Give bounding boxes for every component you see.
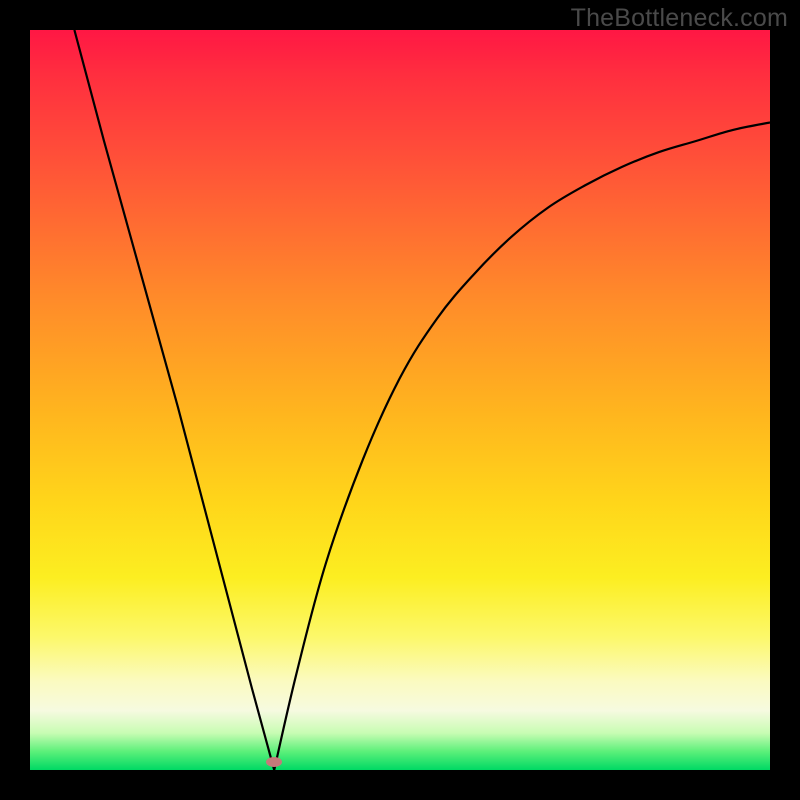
plot-area <box>30 30 770 770</box>
watermark-text: TheBottleneck.com <box>571 4 788 33</box>
bottleneck-curve <box>74 30 770 770</box>
minimum-marker <box>266 757 282 767</box>
curve-svg <box>30 30 770 770</box>
chart-container: TheBottleneck.com <box>0 0 800 800</box>
